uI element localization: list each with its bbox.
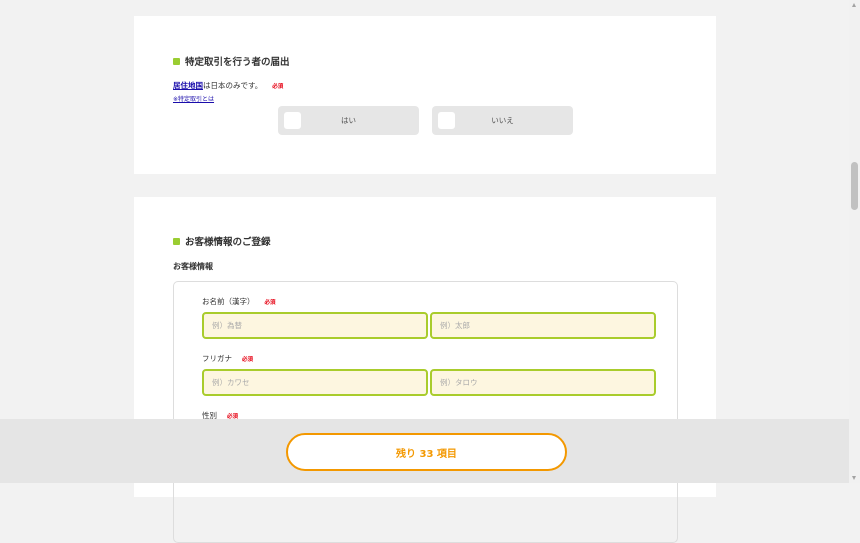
scroll-up-arrow-icon[interactable] — [852, 3, 856, 7]
sticky-footer: 残り 33 項目 — [0, 419, 849, 483]
required-badge: 必須 — [264, 299, 276, 306]
remaining-items-button[interactable]: 残り 33 項目 — [286, 433, 567, 471]
name-field-label: お名前（漢字） 必須 — [202, 296, 276, 307]
last-name-kana-input[interactable] — [202, 369, 428, 396]
required-badge: 必須 — [242, 356, 254, 363]
checkbox-icon[interactable] — [284, 112, 301, 129]
section-title-text: お客様情報のご登録 — [185, 237, 271, 248]
residence-note: 居住地国 は日本のみです。 必須 — [173, 80, 283, 91]
section-title: 特定取引を行う者の届出 — [173, 54, 290, 68]
required-badge: 必須 — [272, 83, 284, 90]
name-label-text: お名前（漢字） — [202, 297, 255, 306]
customer-info-heading: お客様情報 — [173, 262, 213, 271]
customer-info-box: お名前（漢字） 必須 フリガナ 必須 性別 必須 — [173, 281, 678, 543]
vertical-scrollbar[interactable] — [849, 0, 860, 483]
section-title-text: 特定取引を行う者の届出 — [185, 57, 290, 68]
scroll-thumb[interactable] — [851, 162, 858, 210]
kana-label-text: フリガナ — [202, 354, 232, 363]
section-specified-transaction: 特定取引を行う者の届出 居住地国 は日本のみです。 必須 ※特定取引とは はい … — [134, 16, 716, 174]
first-name-kana-input[interactable] — [430, 369, 656, 396]
bullet-square-icon — [173, 57, 180, 65]
scroll-down-arrow-icon[interactable] — [852, 476, 856, 480]
bullet-square-icon — [173, 237, 180, 245]
checkbox-icon[interactable] — [438, 112, 455, 129]
no-option-label: いいえ — [491, 116, 514, 125]
residence-country-link[interactable]: 居住地国 — [173, 80, 203, 91]
yes-option-label: はい — [341, 116, 356, 125]
yes-option[interactable]: はい — [278, 106, 419, 135]
section-title: お客様情報のご登録 — [173, 234, 271, 248]
last-name-kanji-input[interactable] — [202, 312, 428, 339]
specified-transaction-help-link[interactable]: ※特定取引とは — [173, 94, 214, 103]
residence-note-text: は日本のみです。 — [203, 81, 263, 90]
first-name-kanji-input[interactable] — [430, 312, 656, 339]
kana-field-label: フリガナ 必須 — [202, 353, 253, 364]
no-option[interactable]: いいえ — [432, 106, 573, 135]
